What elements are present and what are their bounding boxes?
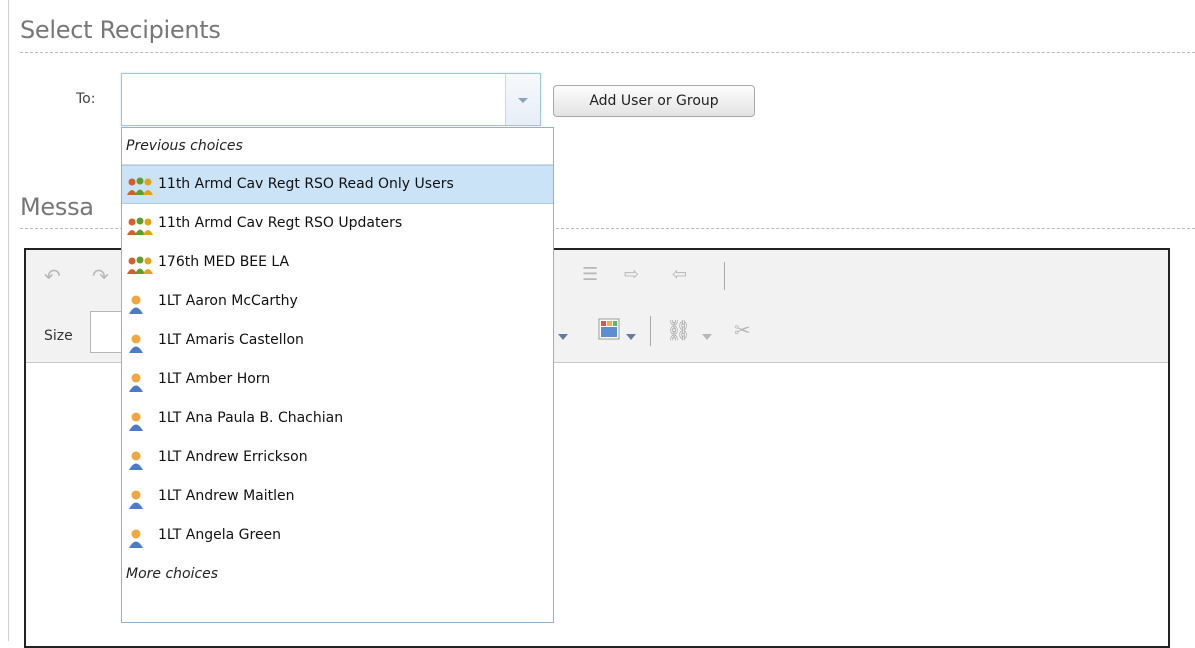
dropdown-option[interactable]: 1LT Amber Horn	[122, 360, 553, 399]
dropdown-option[interactable]: 1LT Aaron McCarthy	[122, 282, 553, 321]
undo-icon[interactable]: ↶	[44, 264, 61, 288]
user-icon	[125, 487, 155, 509]
more-choices-link[interactable]: More choices	[122, 555, 553, 593]
message-title: Messa	[20, 193, 94, 221]
user-icon	[125, 292, 155, 314]
dropdown-option[interactable]: 176th MED BEE LA	[122, 243, 553, 282]
user-icon	[125, 331, 155, 353]
toolbar-separator	[650, 316, 651, 346]
previous-choices-header: Previous choices	[122, 128, 553, 165]
dropdown-option-label: 1LT Angela Green	[158, 527, 282, 543]
dropdown-option[interactable]: 11th Armd Cav Regt RSO Read Only Users	[122, 165, 553, 204]
dropdown-option[interactable]: 1LT Amaris Castellon	[122, 321, 553, 360]
indent-icon[interactable]: ⇨	[624, 264, 639, 285]
link-dropdown-icon[interactable]	[702, 334, 712, 340]
add-user-or-group-button[interactable]: Add User or Group	[553, 85, 755, 117]
dropdown-option-label: 1LT Amber Horn	[158, 371, 271, 387]
dropdown-option[interactable]: 1LT Andrew Maitlen	[122, 477, 553, 516]
dropdown-option-label: 11th Armd Cav Regt RSO Read Only Users	[158, 176, 454, 192]
dropdown-option-label: 176th MED BEE LA	[158, 254, 290, 270]
dropdown-option[interactable]: 1LT Ana Paula B. Chachian	[122, 399, 553, 438]
user-icon	[125, 409, 155, 431]
dropdown-option[interactable]: 1LT Andrew Errickson	[122, 438, 553, 477]
dropdown-option-label: 1LT Amaris Castellon	[158, 332, 304, 348]
highlight-color-icon[interactable]	[598, 318, 620, 340]
dropdown-option-label: 11th Armd Cav Regt RSO Updaters	[158, 215, 403, 231]
outdent-icon[interactable]: ⇦	[672, 264, 687, 285]
to-label: To:	[76, 91, 96, 107]
highlight-dropdown-icon[interactable]	[626, 334, 636, 340]
dropdown-option-label: 1LT Ana Paula B. Chachian	[158, 410, 344, 426]
group-icon	[125, 175, 155, 195]
chevron-down-icon[interactable]	[505, 74, 540, 125]
dropdown-option-label: 1LT Andrew Maitlen	[158, 488, 295, 504]
dropdown-option-label: 1LT Andrew Errickson	[158, 449, 308, 465]
user-icon	[125, 526, 155, 548]
dropdown-option[interactable]: 11th Armd Cav Regt RSO Updaters	[122, 204, 553, 243]
group-icon	[125, 253, 155, 274]
redo-icon[interactable]: ↷	[92, 264, 109, 288]
dropdown-option-label: 1LT Aaron McCarthy	[158, 293, 298, 309]
recipient-input[interactable]	[122, 74, 506, 125]
unlink-icon[interactable]: ✂	[734, 318, 751, 342]
group-icon	[125, 214, 155, 235]
dropdown-option[interactable]: 1LT Angela Green	[122, 516, 553, 555]
section-divider	[20, 52, 1195, 53]
link-icon[interactable]: ⛓	[666, 318, 691, 342]
size-label: Size	[44, 328, 73, 344]
font-color-dropdown-icon[interactable]	[558, 334, 568, 340]
select-recipients-title: Select Recipients	[20, 16, 221, 44]
recipient-dropdown: Previous choices 11th Armd Cav Regt RSO …	[121, 127, 554, 623]
toolbar-separator	[724, 262, 725, 290]
user-icon	[125, 448, 155, 470]
bullet-list-icon[interactable]: ☰	[582, 264, 598, 285]
recipient-combobox[interactable]	[121, 73, 541, 126]
user-icon	[125, 370, 155, 392]
